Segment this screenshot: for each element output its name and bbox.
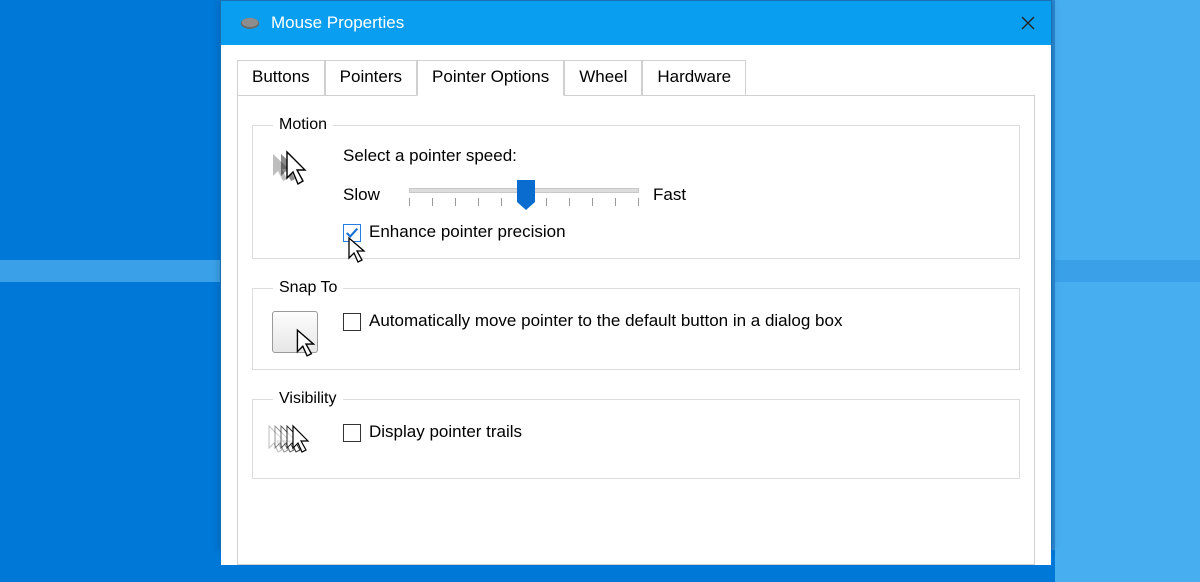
snap-to-checkbox[interactable]: [343, 313, 361, 331]
group-motion: Motion Select a pointer speed:: [252, 116, 1020, 259]
group-visibility-legend: Visibility: [273, 390, 343, 408]
pointer-trails-icon: [267, 422, 323, 462]
tab-buttons[interactable]: Buttons: [237, 60, 325, 96]
pointer-trails-checkbox[interactable]: [343, 424, 361, 442]
pointer-speed-slider[interactable]: [409, 178, 639, 212]
window-title: Mouse Properties: [271, 13, 404, 33]
mouse-properties-window: Mouse Properties Buttons Pointers Pointe…: [220, 0, 1052, 550]
tab-hardware[interactable]: Hardware: [642, 60, 746, 96]
tab-page-pointer-options: Motion Select a pointer speed:: [237, 95, 1035, 565]
tab-pointers[interactable]: Pointers: [325, 60, 417, 96]
slider-fast-label: Fast: [653, 185, 686, 205]
tab-pointer-options[interactable]: Pointer Options: [417, 60, 564, 96]
pointer-speed-icon: [267, 148, 323, 188]
tab-strip: Buttons Pointers Pointer Options Wheel H…: [221, 45, 1051, 95]
snap-to-row[interactable]: Automatically move pointer to the defaul…: [343, 311, 1005, 331]
close-button[interactable]: [1005, 1, 1051, 45]
pointer-trails-label: Display pointer trails: [369, 422, 522, 442]
group-motion-legend: Motion: [273, 116, 333, 134]
enhance-precision-label: Enhance pointer precision: [369, 222, 566, 242]
mouse-icon: [239, 16, 261, 30]
group-snap-to: Snap To Automatically move pointer to th…: [252, 279, 1020, 370]
pointer-trails-row[interactable]: Display pointer trails: [343, 422, 1005, 442]
titlebar[interactable]: Mouse Properties: [221, 1, 1051, 45]
slider-thumb[interactable]: [517, 180, 535, 202]
group-snap-to-legend: Snap To: [273, 279, 343, 297]
group-visibility: Visibility: [252, 390, 1020, 479]
enhance-precision-checkbox[interactable]: [343, 224, 361, 242]
tab-wheel[interactable]: Wheel: [564, 60, 642, 96]
snap-to-label: Automatically move pointer to the defaul…: [369, 311, 842, 331]
snap-to-icon: [272, 311, 318, 353]
pointer-speed-label: Select a pointer speed:: [343, 146, 1005, 166]
enhance-precision-row[interactable]: Enhance pointer precision: [343, 222, 1005, 242]
client-area: Buttons Pointers Pointer Options Wheel H…: [221, 45, 1051, 565]
slider-slow-label: Slow: [343, 185, 395, 205]
